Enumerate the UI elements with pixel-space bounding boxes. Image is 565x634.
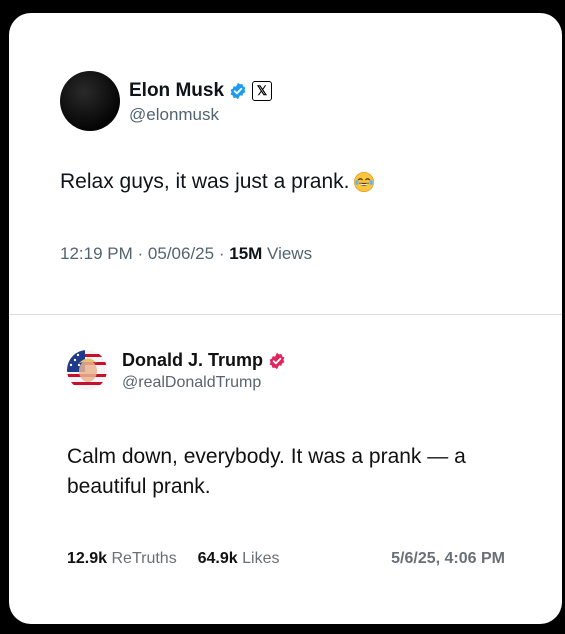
laughing-emoji-icon <box>354 172 375 192</box>
truth-stats: 12.9k ReTruths 64.9k Likes <box>67 550 279 568</box>
retruths-label[interactable]: ReTruths <box>112 550 177 567</box>
meta-separator: · <box>218 244 225 263</box>
x-verified-icon <box>230 82 246 100</box>
truth-post-text: Calm down, everybody. It was a prank — a… <box>67 445 466 498</box>
section-divider <box>9 314 562 315</box>
x-logo-icon: 𝕏 <box>252 81 273 101</box>
truth-author-name[interactable]: Donald J. Trump <box>122 350 263 371</box>
post-card: Elon Musk 𝕏 @elonmusk Relax guys, it was… <box>9 13 562 624</box>
truth-author-handle[interactable]: @realDonaldTrump <box>122 374 261 392</box>
likes-label[interactable]: Likes <box>242 550 279 567</box>
truth-author-row: Donald J. Trump <box>122 350 286 371</box>
elon-avatar[interactable] <box>60 71 120 131</box>
x-author-handle[interactable]: @elonmusk <box>129 105 219 125</box>
retruths-count[interactable]: 12.9k <box>67 550 107 567</box>
x-views-label: Views <box>267 244 313 263</box>
x-post-text: Relax guys, it was just a prank. <box>60 170 350 193</box>
truth-verified-icon <box>269 352 285 369</box>
x-post-time[interactable]: 12:19 PM <box>60 244 133 263</box>
x-post-meta: 12:19 PM · 05/06/25 · 15M Views <box>60 244 312 264</box>
x-post-date[interactable]: 05/06/25 <box>148 244 214 263</box>
x-views-count: 15M <box>229 244 263 263</box>
x-author-name[interactable]: Elon Musk <box>129 80 224 102</box>
x-post-text-row: Relax guys, it was just a prank. <box>60 170 375 194</box>
x-author-row: Elon Musk 𝕏 <box>129 80 273 102</box>
trump-avatar[interactable] <box>67 350 107 390</box>
likes-count[interactable]: 64.9k <box>198 550 238 567</box>
truth-post-datetime[interactable]: 5/6/25, 4:06 PM <box>391 550 505 568</box>
meta-separator: · <box>137 244 144 263</box>
